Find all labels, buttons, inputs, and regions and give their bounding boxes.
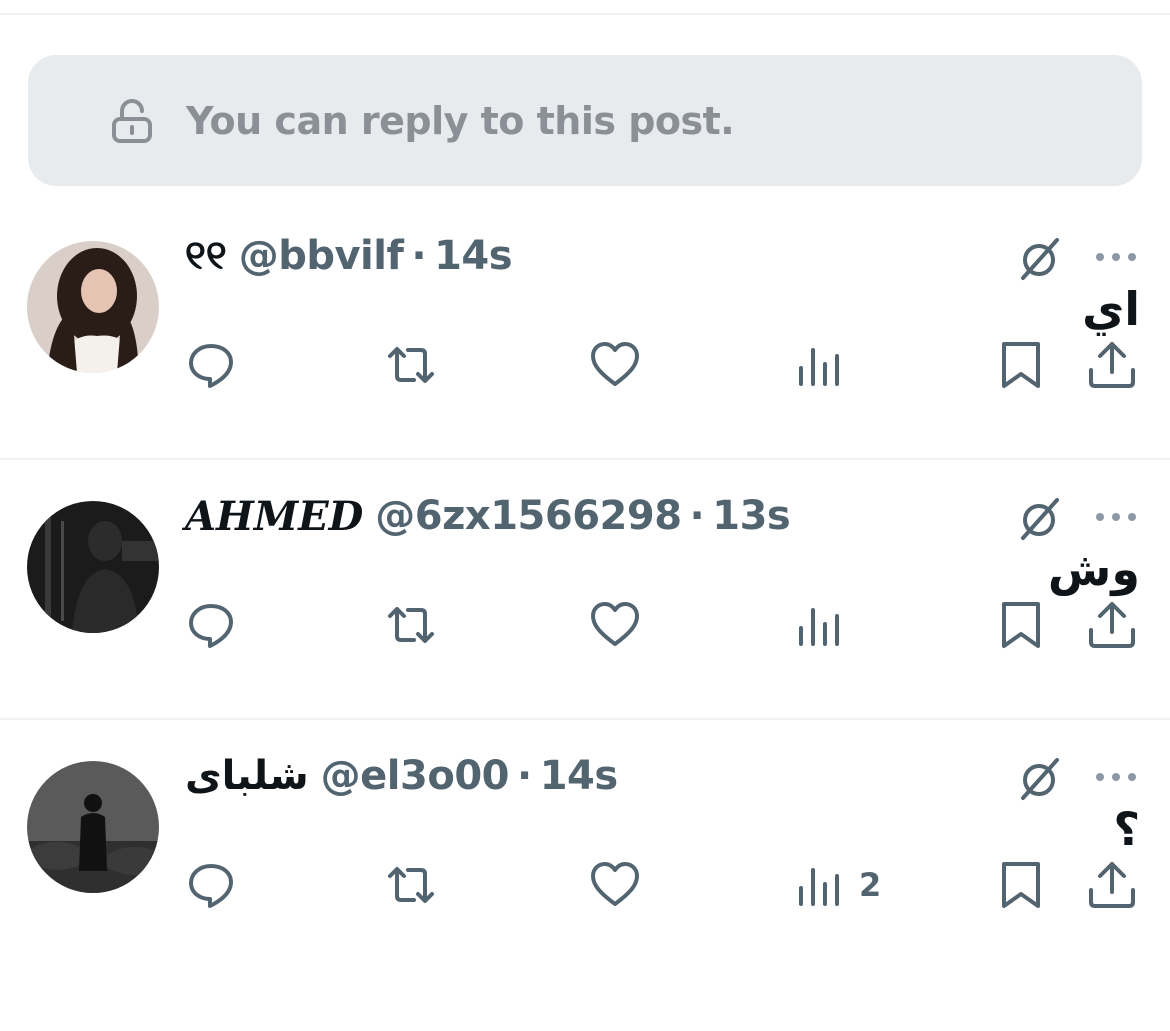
reply-item[interactable]: ୧୧ @bbvilf · 14s اي <box>0 200 1170 460</box>
user-handle[interactable]: @6zx1566298 <box>375 493 682 539</box>
heart-icon <box>591 862 639 906</box>
bookmark-icon <box>1002 342 1040 388</box>
analytics-icon <box>799 348 839 386</box>
repost-button[interactable] <box>386 600 436 650</box>
repost-button[interactable] <box>386 340 436 390</box>
reply-permission-banner: You can reply to this post. <box>28 55 1142 186</box>
share-button[interactable] <box>1087 860 1137 910</box>
display-name[interactable]: AHMED <box>185 493 363 540</box>
comment-icon <box>189 864 233 908</box>
reply-button[interactable] <box>186 860 236 910</box>
reply-text: وش <box>1047 542 1140 596</box>
reply-text: ؟ <box>1113 802 1140 856</box>
analytics-icon <box>799 608 839 646</box>
reply-header: شلباى @el3o00 · 14s <box>185 748 618 804</box>
reply-button[interactable] <box>186 340 236 390</box>
bookmark-button[interactable] <box>996 340 1046 390</box>
bookmark-button[interactable] <box>996 600 1046 650</box>
more-options-icon[interactable] <box>1094 250 1138 264</box>
like-button[interactable] <box>590 340 640 390</box>
views-button[interactable]: 2 <box>795 860 881 910</box>
separator-dot: · <box>689 493 705 539</box>
comment-icon <box>189 344 233 388</box>
views-button[interactable] <box>795 340 859 390</box>
separator-dot: · <box>517 753 532 799</box>
separator-dot: · <box>411 233 427 279</box>
top-divider <box>0 13 1170 15</box>
bookmark-icon <box>1002 862 1040 908</box>
timestamp[interactable]: 14s <box>540 753 618 799</box>
grok-icon[interactable] <box>1015 494 1063 542</box>
user-handle[interactable]: @bbvilf <box>239 233 404 279</box>
views-count: 2 <box>859 866 882 904</box>
reply-header: AHMED @6zx1566298 · 13s <box>185 488 791 544</box>
unlock-icon <box>112 98 152 143</box>
repost-button[interactable] <box>386 860 436 910</box>
bookmark-button[interactable] <box>996 860 1046 910</box>
grok-icon[interactable] <box>1015 234 1063 282</box>
share-icon <box>1089 602 1135 648</box>
more-options-icon[interactable] <box>1094 510 1138 524</box>
heart-icon <box>591 602 639 646</box>
avatar[interactable] <box>27 241 159 373</box>
timestamp[interactable]: 13s <box>712 493 790 539</box>
bookmark-icon <box>1002 602 1040 648</box>
share-icon <box>1089 862 1135 908</box>
share-button[interactable] <box>1087 600 1137 650</box>
reply-button[interactable] <box>186 600 236 650</box>
user-handle[interactable]: @el3o00 <box>321 753 510 799</box>
reply-text: اي <box>1082 282 1140 336</box>
like-button[interactable] <box>590 860 640 910</box>
avatar[interactable] <box>27 501 159 633</box>
reply-header: ୧୧ @bbvilf · 14s <box>185 228 513 284</box>
display-name[interactable]: شلباى <box>185 753 309 799</box>
like-button[interactable] <box>590 600 640 650</box>
heart-icon <box>591 342 639 386</box>
reply-permission-text: You can reply to this post. <box>186 98 735 143</box>
timestamp[interactable]: 14s <box>434 233 512 279</box>
share-button[interactable] <box>1087 340 1137 390</box>
repost-icon <box>388 607 434 643</box>
views-button[interactable] <box>795 600 859 650</box>
reply-item[interactable]: AHMED @6zx1566298 · 13s وش <box>0 460 1170 720</box>
repost-icon <box>388 347 434 383</box>
grok-icon[interactable] <box>1015 754 1063 802</box>
analytics-icon <box>799 868 839 906</box>
avatar[interactable] <box>27 761 159 893</box>
reply-item[interactable]: شلباى @el3o00 · 14s ؟ 2 <box>0 720 1170 980</box>
share-icon <box>1089 342 1135 388</box>
repost-icon <box>388 867 434 903</box>
display-name[interactable]: ୧୧ <box>185 233 227 279</box>
more-options-icon[interactable] <box>1094 770 1138 784</box>
comment-icon <box>189 604 233 648</box>
